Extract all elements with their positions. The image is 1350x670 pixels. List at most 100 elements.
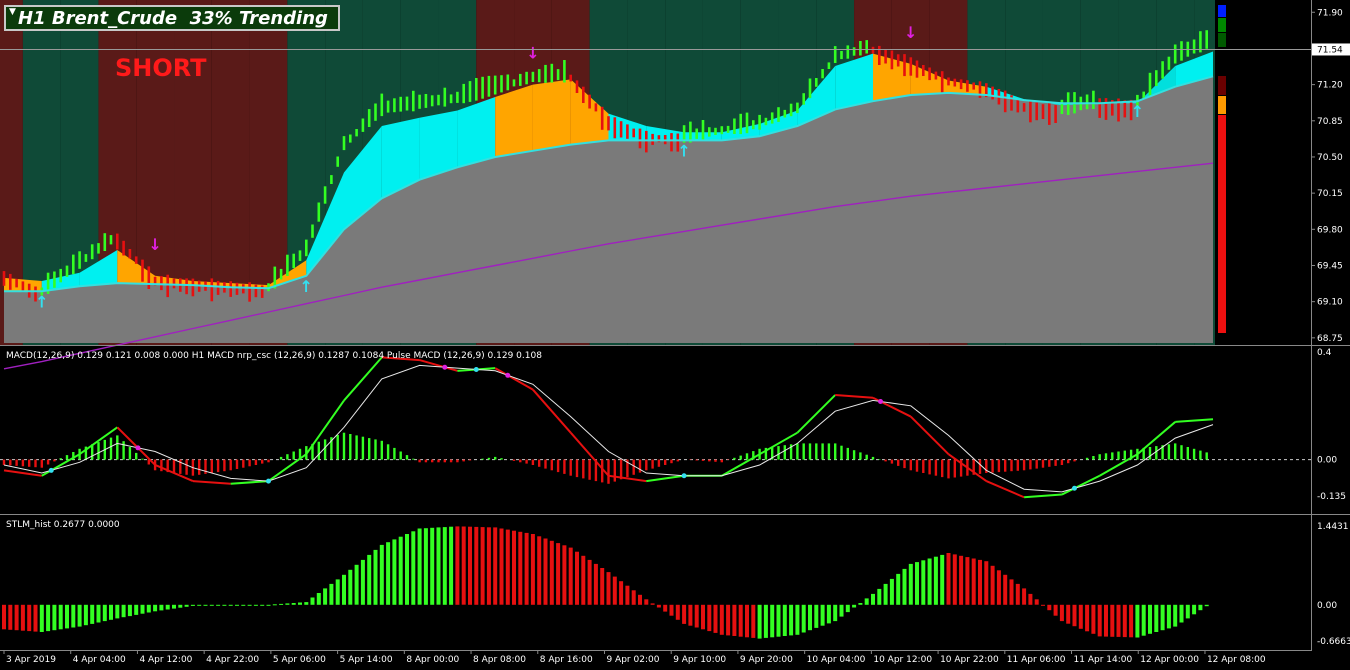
stlm-bar xyxy=(877,588,882,605)
macd-line-segment xyxy=(192,480,231,485)
stlm-bar xyxy=(235,604,239,606)
stlm-bar xyxy=(745,604,749,638)
macd-title: MACD(12,26,9) 0.129 0.121 0.008 0.000 H1… xyxy=(6,351,542,361)
stlm-bar xyxy=(883,583,888,605)
time-tick-label: 4 Apr 12:00 xyxy=(139,655,192,665)
buy-arrow-icon: ↑ xyxy=(35,292,48,311)
stlm-bar xyxy=(2,604,6,630)
stlm-bar xyxy=(449,526,454,605)
macd-cross-dot xyxy=(681,473,687,479)
stlm-bar xyxy=(971,558,976,605)
stlm-bar xyxy=(228,604,233,606)
stlm-bar xyxy=(392,539,397,605)
stlm-bar xyxy=(606,572,611,605)
stlm-bar xyxy=(751,604,756,638)
stlm-bar xyxy=(978,559,982,605)
stlm-bar xyxy=(694,604,699,628)
stlm-bar xyxy=(732,604,737,636)
stlm-bar xyxy=(8,604,13,630)
stlm-bar xyxy=(172,604,176,609)
stlm-bar xyxy=(417,528,422,605)
stlm-bar xyxy=(814,604,819,628)
stlm-bar xyxy=(518,531,523,605)
stlm-bar xyxy=(770,604,775,638)
price-tick-label: 71.20 xyxy=(1317,81,1343,91)
stlm-bar xyxy=(279,603,284,605)
time-tick-label: 4 Apr 04:00 xyxy=(73,655,126,665)
time-tick-label: 8 Apr 00:00 xyxy=(406,655,459,665)
stlm-bar xyxy=(845,604,850,613)
macd-line-segment xyxy=(41,453,81,477)
strength-cell-green-1 xyxy=(1218,18,1226,32)
time-tick-label: 8 Apr 08:00 xyxy=(473,655,526,665)
buy-arrow-icon: ↑ xyxy=(677,141,690,160)
stlm-bar xyxy=(852,604,857,608)
strength-cell-orange xyxy=(1218,96,1226,114)
stlm-bar xyxy=(134,604,139,615)
chart-title: H1 Brent_Crude 33% Trending xyxy=(18,8,328,29)
macd-tick-label: -0.135 xyxy=(1317,492,1346,502)
stlm-tick-label: 0.00 xyxy=(1317,601,1337,611)
macd-tick-label: 0.00 xyxy=(1317,456,1337,466)
stlm-bar xyxy=(121,604,126,618)
stlm-bar xyxy=(209,604,214,606)
stlm-bar xyxy=(411,531,416,605)
stlm-bar xyxy=(367,554,372,605)
stlm-bar xyxy=(203,604,208,606)
stlm-bar xyxy=(1160,604,1165,631)
stlm-bar xyxy=(1173,604,1178,627)
price-tick-label: 70.15 xyxy=(1317,189,1343,199)
stlm-bar xyxy=(524,532,529,605)
stlm-bar xyxy=(575,551,579,605)
stlm-bar xyxy=(625,585,630,605)
stlm-bar xyxy=(1066,604,1071,624)
stlm-bar xyxy=(109,604,113,620)
time-tick-label: 5 Apr 14:00 xyxy=(340,655,393,665)
stlm-bar xyxy=(1185,604,1190,619)
stlm-bar xyxy=(1110,604,1115,637)
stlm-bar xyxy=(140,604,145,614)
stlm-bar xyxy=(83,604,88,626)
stlm-bar xyxy=(360,559,365,605)
time-tick-label: 10 Apr 12:00 xyxy=(873,655,932,665)
stlm-bar xyxy=(323,588,328,605)
stlm-bar xyxy=(933,556,938,605)
stlm-bar xyxy=(902,568,907,605)
stlm-bar xyxy=(650,603,655,605)
stlm-bar xyxy=(543,538,548,605)
macd-axis: 0.4 0.00 -0.135 xyxy=(1317,348,1346,502)
stlm-bar xyxy=(965,557,970,605)
stlm-bar xyxy=(354,564,359,605)
stlm-bar xyxy=(216,604,221,606)
stlm-bar xyxy=(663,604,668,612)
stlm-bar xyxy=(436,527,441,605)
ribbon-segment-14 xyxy=(532,79,571,151)
stlm-bar xyxy=(329,583,334,605)
stlm-bar xyxy=(52,604,57,631)
sell-arrow-icon: ↓ xyxy=(148,235,161,254)
stlm-bar xyxy=(298,602,302,605)
time-tick-label: 11 Apr 14:00 xyxy=(1074,655,1133,665)
time-tick-label: 9 Apr 10:00 xyxy=(673,655,726,665)
stlm-bar xyxy=(1091,604,1096,634)
time-tick-label: 9 Apr 20:00 xyxy=(740,655,793,665)
stlm-bar xyxy=(461,526,466,605)
stlm-bar xyxy=(1166,604,1171,629)
stlm-bar xyxy=(46,604,51,632)
chart-title-box[interactable]: ▼ H1 Brent_Crude 33% Trending xyxy=(4,5,340,31)
stlm-bar xyxy=(782,604,787,636)
buy-arrow-icon: ↑ xyxy=(1131,102,1144,121)
time-tick-label: 12 Apr 00:00 xyxy=(1140,655,1199,665)
time-tick-label: 9 Apr 02:00 xyxy=(606,655,659,665)
strength-cell-red xyxy=(1218,115,1226,333)
macd-line-segment xyxy=(1061,474,1101,496)
stlm-bar xyxy=(58,604,63,630)
stlm-bar xyxy=(1179,604,1184,623)
macd-line-segment xyxy=(343,356,383,402)
trading-chart[interactable]: ↑ ↓ ↑ ↓ ↑ ↓ ↑ 71.90 71.54 71.20 70.85 70.50 70.15 69… xyxy=(0,0,1350,670)
stlm-bar xyxy=(159,604,164,611)
macd-cross-dot xyxy=(442,364,448,370)
stlm-bar xyxy=(291,603,296,605)
collapse-caret-icon[interactable]: ▼ xyxy=(9,7,16,17)
stlm-bar xyxy=(398,536,403,605)
